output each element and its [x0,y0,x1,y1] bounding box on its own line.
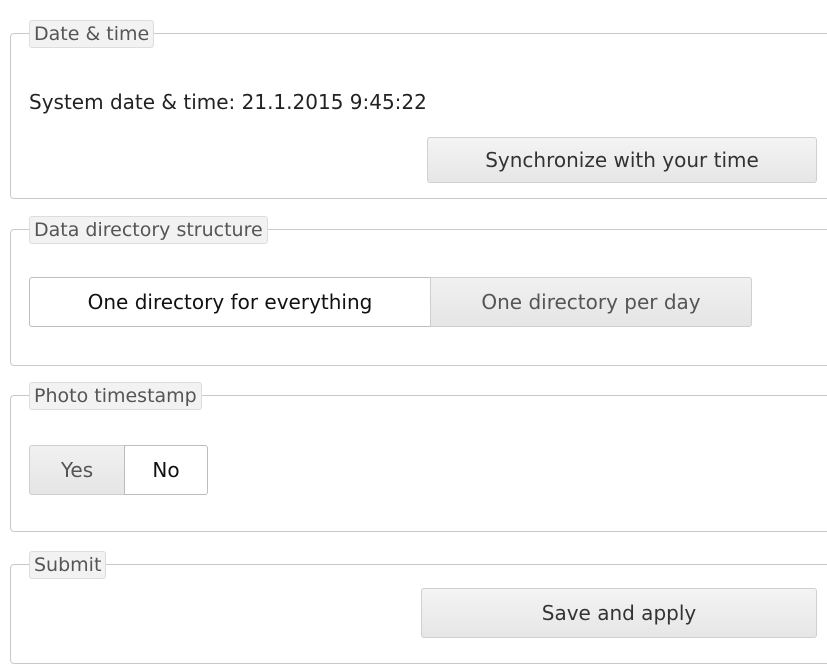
timestamp-yes-option[interactable]: Yes [29,445,125,495]
save-and-apply-button[interactable]: Save and apply [421,588,817,638]
date-time-section: Date & time System date & time: 21.1.201… [10,20,827,199]
submit-section: Submit Save and apply [10,551,827,664]
photo-timestamp-section: Photo timestamp Yes No [10,382,827,532]
submit-legend: Submit [29,551,107,579]
option-one-directory-for-everything[interactable]: One directory for everything [29,277,431,327]
directory-structure-legend: Data directory structure [29,216,268,244]
photo-timestamp-legend: Photo timestamp [29,382,202,410]
timestamp-no-option[interactable]: No [124,445,208,495]
option-one-directory-per-day[interactable]: One directory per day [430,277,752,327]
date-time-legend: Date & time [29,20,155,48]
system-date-time-text: System date & time: 21.1.2015 9:45:22 [29,90,427,114]
directory-structure-section: Data directory structure One directory f… [10,216,827,366]
synchronize-time-button[interactable]: Synchronize with your time [427,137,817,183]
